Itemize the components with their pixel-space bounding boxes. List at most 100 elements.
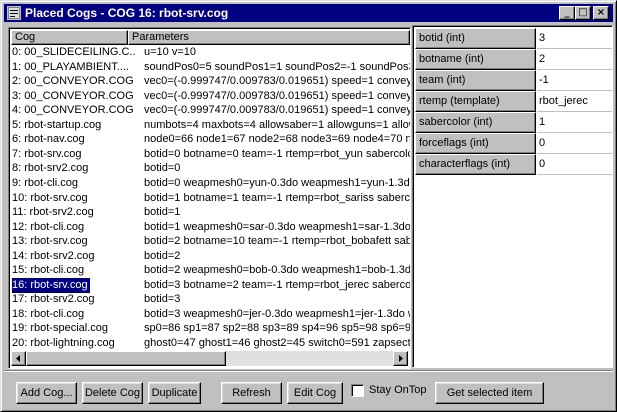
property-value[interactable]: -1	[537, 70, 612, 91]
close-button[interactable]: ×	[593, 6, 609, 20]
column-header-parameters[interactable]: Parameters	[128, 30, 410, 45]
minimize-icon: _	[564, 7, 570, 18]
property-name: sabercolor (int)	[415, 112, 536, 133]
parameters-cell: botid=2	[144, 249, 181, 262]
get-selected-item-button[interactable]: Get selected item	[435, 382, 544, 404]
parameters-cell: botid=2 weapmesh0=bob-0.3do weapmesh1=bo…	[144, 264, 410, 277]
column-header-cog[interactable]: Cog	[11, 30, 128, 45]
table-row[interactable]: 1: 00_PLAYAMBIENT.... soundPos0=5 soundPo…	[11, 60, 410, 76]
cog-name-cell: 3: 00_CONVEYOR.COG	[12, 89, 134, 102]
table-row[interactable]: 10: rbot-srv.cog botid=1 botname=1 team=-…	[11, 191, 410, 207]
scroll-thumb[interactable]	[26, 351, 226, 366]
cog-name-cell: 10: rbot-srv.cog	[12, 191, 88, 204]
divider	[4, 370, 613, 372]
cog-name-cell: 1: 00_PLAYAMBIENT....	[12, 60, 129, 73]
cog-name-cell: 0: 00_SLIDECEILING.C...	[12, 46, 136, 58]
property-value[interactable]: 0	[537, 133, 612, 154]
cog-name-cell: 14: rbot-srv2.cog	[12, 249, 95, 262]
list-header: Cog Parameters	[11, 30, 410, 45]
parameters-cell: vec0=(-0.999747/0.009783/0.019651) speed…	[144, 75, 410, 88]
table-row[interactable]: 12: rbot-cli.cog botid=1 weapmesh0=sar-0.…	[11, 220, 410, 236]
table-row[interactable]: 5: rbot-startup.cog numbots=4 maxbots=4 a…	[11, 118, 410, 134]
property-row[interactable]: characterflags (int) 0	[415, 154, 612, 175]
delete-cog-button[interactable]: Delete Cog	[82, 382, 143, 404]
property-row[interactable]: rtemp (template) rbot_jerec	[415, 91, 612, 112]
table-row[interactable]: 4: 00_CONVEYOR.COG vec0=(-0.999747/0.0097…	[11, 103, 410, 119]
table-row[interactable]: 8: rbot-srv2.cog botid=0	[11, 161, 410, 177]
stay-on-top-checkbox[interactable]	[351, 384, 364, 397]
parameters-cell: soundPos0=5 soundPos1=1 soundPos2=-1 sou…	[144, 60, 410, 73]
stay-on-top-label[interactable]: Stay OnTop	[369, 384, 426, 397]
cog-name-cell: 16: rbot-srv.cog	[11, 276, 91, 294]
parameters-cell: botid=1	[144, 206, 181, 219]
parameters-cell: botid=1 botname=1 team=-1 rtemp=rbot_sar…	[144, 191, 410, 204]
table-row[interactable]: 9: rbot-cli.cog botid=0 weapmesh0=yun-0.3…	[11, 176, 410, 192]
table-row[interactable]: 19: rbot-special.cog sp0=86 sp1=87 sp2=88…	[11, 321, 410, 337]
parameters-cell: botid=0 weapmesh0=yun-0.3do weapmesh1=yu…	[144, 176, 410, 189]
duplicate-button[interactable]: Duplicate	[148, 382, 201, 404]
parameters-cell: vec0=(-0.999747/0.009783/0.019651) speed…	[144, 89, 410, 102]
placed-cogs-window: Placed Cogs - COG 16: rbot-srv.cog _ □ ×…	[0, 0, 617, 412]
parameters-cell: node0=66 node1=67 node2=68 node3=69 node…	[144, 133, 410, 146]
table-row[interactable]: 15: rbot-cli.cog botid=2 weapmesh0=bob-0.…	[11, 263, 410, 279]
property-value[interactable]: 1	[537, 112, 612, 133]
table-row[interactable]: 16: rbot-srv.cog botid=3 botname=2 team=-…	[11, 276, 410, 294]
table-row[interactable]: 3: 00_CONVEYOR.COG vec0=(-0.999747/0.0097…	[11, 89, 410, 105]
cog-list[interactable]: Cog Parameters 0: 00_SLIDECEILING.C... u=…	[8, 27, 411, 369]
property-name: botid (int)	[415, 28, 536, 49]
add-cog-button[interactable]: Add Cog...	[16, 382, 77, 404]
property-row[interactable]: sabercolor (int) 1	[415, 112, 612, 133]
maximize-icon: □	[578, 7, 588, 18]
property-row[interactable]: forceflags (int) 0	[415, 133, 612, 154]
table-row[interactable]: 6: rbot-nav.cog node0=66 node1=67 node2=6…	[11, 132, 410, 148]
cog-name-cell: 12: rbot-cli.cog	[12, 220, 85, 233]
property-name: rtemp (template)	[415, 91, 536, 112]
table-row[interactable]: 17: rbot-srv2.cog botid=3	[11, 292, 410, 308]
cog-name-cell: 13: rbot-srv.cog	[12, 235, 88, 248]
property-row[interactable]: botid (int) 3	[415, 28, 612, 49]
window-title: Placed Cogs - COG 16: rbot-srv.cog	[25, 6, 229, 20]
parameters-cell: botid=3 botname=2 team=-1 rtemp=rbot_jer…	[144, 278, 410, 291]
parameters-cell: sp0=86 sp1=87 sp2=88 sp3=89 sp4=96 sp5=9…	[144, 322, 410, 335]
property-row[interactable]: team (int) -1	[415, 70, 612, 91]
table-row[interactable]: 14: rbot-srv2.cog botid=2	[11, 249, 410, 265]
scroll-left-button[interactable]	[11, 351, 26, 366]
horizontal-scrollbar[interactable]	[11, 351, 408, 366]
property-value[interactable]: 2	[537, 49, 612, 70]
cog-name-cell: 17: rbot-srv2.cog	[12, 293, 95, 306]
cog-name-cell: 19: rbot-special.cog	[12, 322, 108, 335]
parameters-cell: botid=3 weapmesh0=jer-0.3do weapmesh1=je…	[144, 307, 410, 320]
parameters-cell: botid=0	[144, 162, 181, 175]
property-value[interactable]: 3	[537, 28, 612, 49]
arrow-left-icon	[16, 355, 20, 362]
table-row[interactable]: 0: 00_SLIDECEILING.C... u=10 v=10	[11, 45, 410, 61]
parameters-cell: u=10 v=10	[144, 46, 196, 58]
cog-name-cell: 15: rbot-cli.cog	[12, 264, 85, 277]
cog-name-cell: 11: rbot-srv2.cog	[12, 206, 94, 219]
parameters-cell: botid=0 botname=0 team=-1 rtemp=rbot_yun…	[144, 147, 410, 160]
property-value[interactable]: rbot_jerec	[537, 91, 612, 112]
parameters-cell: botid=1 weapmesh0=sar-0.3do weapmesh1=sa…	[144, 220, 410, 233]
table-row[interactable]: 2: 00_CONVEYOR.COG vec0=(-0.999747/0.0097…	[11, 74, 410, 90]
property-row[interactable]: botname (int) 2	[415, 49, 612, 70]
arrow-right-icon	[399, 355, 403, 362]
maximize-button[interactable]: □	[575, 6, 591, 20]
table-row[interactable]: 13: rbot-srv.cog botid=2 botname=10 team=…	[11, 234, 410, 250]
table-row[interactable]: 20: rbot-lightning.cog ghost0=47 ghost1=4…	[11, 336, 410, 351]
table-row[interactable]: 18: rbot-cli.cog botid=3 weapmesh0=jer-0.…	[11, 307, 410, 323]
close-icon: ×	[596, 7, 606, 18]
property-name: forceflags (int)	[415, 133, 536, 154]
scroll-right-button[interactable]	[393, 351, 408, 366]
cog-name-cell: 18: rbot-cli.cog	[12, 307, 85, 320]
title-bar[interactable]: Placed Cogs - COG 16: rbot-srv.cog _ □ ×	[4, 4, 613, 22]
parameters-cell: botid=2 botname=10 team=-1 rtemp=rbot_bo…	[144, 235, 410, 248]
minimize-button[interactable]: _	[559, 6, 575, 20]
property-value[interactable]: 0	[537, 154, 612, 175]
table-row[interactable]: 11: rbot-srv2.cog botid=1	[11, 205, 410, 221]
edit-cog-button[interactable]: Edit Cog	[287, 382, 343, 404]
table-row[interactable]: 7: rbot-srv.cog botid=0 botname=0 team=-1…	[11, 147, 410, 163]
cog-name-cell: 6: rbot-nav.cog	[12, 133, 85, 146]
cog-name-cell: 5: rbot-startup.cog	[12, 118, 102, 131]
property-name: botname (int)	[415, 49, 536, 70]
refresh-button[interactable]: Refresh	[221, 382, 282, 404]
